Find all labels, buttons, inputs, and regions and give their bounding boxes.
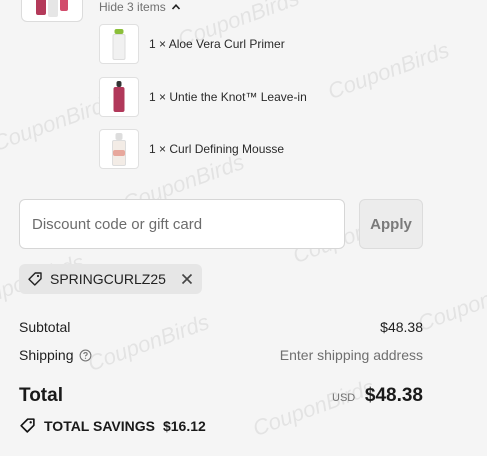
line-item: 1 × Aloe Vera Curl Primer — [99, 24, 285, 64]
tag-icon — [20, 418, 35, 433]
item-name: Aloe Vera Curl Primer — [168, 37, 285, 51]
total-savings-label: TOTAL SAVINGS — [44, 417, 155, 434]
discount-code-input[interactable] — [19, 199, 345, 249]
product-image — [99, 129, 139, 169]
item-quantity: 1 × — [149, 37, 167, 51]
watermark: CouponBirds — [249, 374, 378, 442]
product-image — [99, 24, 139, 64]
subtotal-value: $48.38 — [380, 319, 423, 335]
product-image — [99, 77, 139, 117]
help-circle-icon[interactable] — [79, 349, 92, 362]
hide-items-label: Hide 3 items — [99, 0, 166, 14]
applied-discount-chip: SPRINGCURLZ25 — [19, 264, 202, 294]
total-currency: USD — [332, 392, 356, 404]
apply-discount-button[interactable]: Apply — [359, 199, 423, 249]
tag-icon — [28, 272, 42, 286]
watermark: CouponBirds — [414, 269, 487, 337]
total-amount: $48.38 — [364, 385, 423, 406]
total-savings-value: $16.12 — [162, 417, 206, 434]
total-savings: TOTAL SAVINGS $16.12 — [19, 417, 206, 434]
hide-items-toggle[interactable]: Hide 3 items — [99, 0, 181, 14]
bundle-thumbnail — [21, 0, 83, 22]
total-label: Total — [19, 385, 63, 406]
watermark: CouponBirds — [324, 37, 453, 105]
watermark: CouponBirds — [84, 309, 213, 377]
item-quantity: 1 × — [149, 90, 167, 104]
chevron-up-icon — [171, 4, 180, 10]
subtotal-label: Subtotal — [19, 319, 71, 335]
item-name: Curl Defining Mousse — [169, 142, 285, 156]
close-icon[interactable] — [181, 273, 193, 285]
shipping-value: Enter shipping address — [279, 347, 423, 363]
applied-discount-code: SPRINGCURLZ25 — [50, 271, 166, 287]
item-name: Untie the Knot™ Leave-in — [169, 90, 307, 104]
shipping-label: Shipping — [19, 347, 74, 363]
item-quantity: 1 × — [149, 142, 167, 156]
shipping-row-label: Shipping — [19, 347, 92, 363]
line-item: 1 × Curl Defining Mousse — [99, 129, 284, 169]
line-item: 1 × Untie the Knot™ Leave-in — [99, 77, 307, 117]
